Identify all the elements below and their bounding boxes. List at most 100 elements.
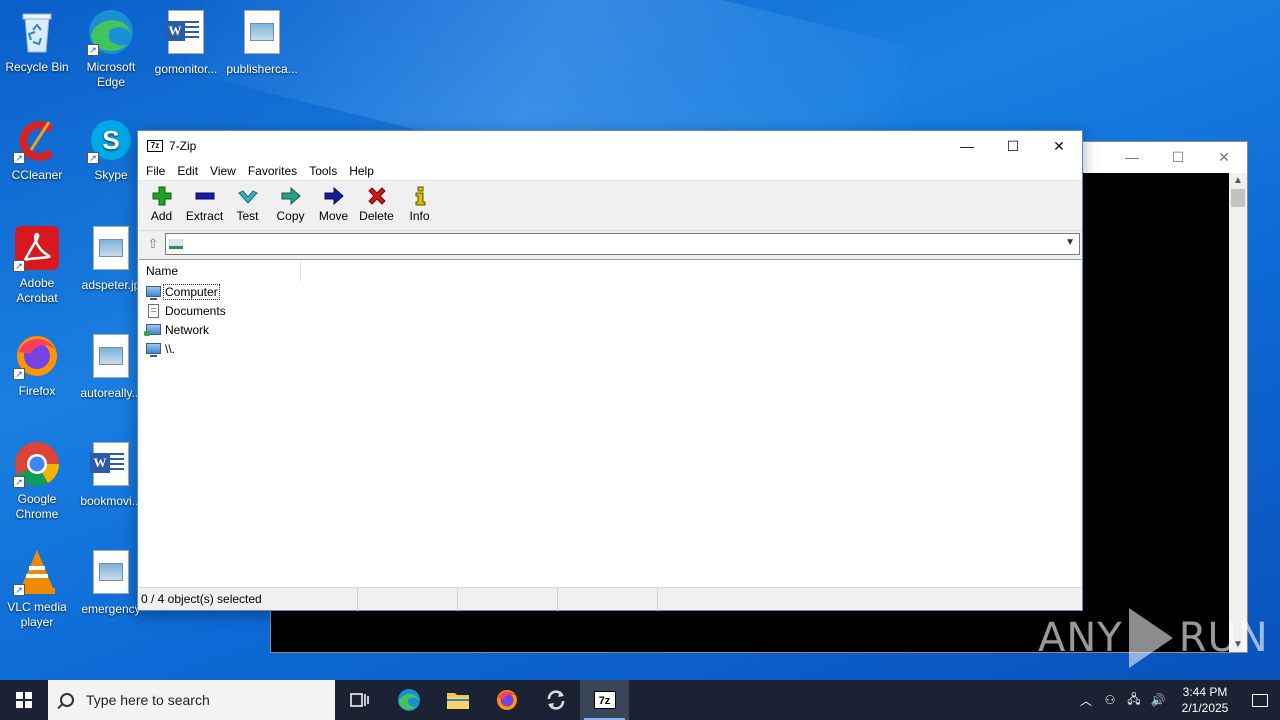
menu-edit[interactable]: Edit (171, 164, 204, 178)
watermark-right-text: RUN (1178, 615, 1269, 661)
title-bar[interactable]: 7z 7-Zip — ☐ ✕ (138, 131, 1082, 161)
column-name-header[interactable]: Name (139, 259, 301, 282)
taskbar-edge[interactable] (384, 680, 433, 720)
start-button[interactable] (0, 680, 48, 720)
copy-arrow-icon (269, 185, 312, 207)
menu-view[interactable]: View (204, 164, 242, 178)
minimize-button[interactable]: — (944, 131, 990, 161)
taskbar-firefox[interactable] (482, 680, 531, 720)
7zip-app-icon: 7z (147, 140, 163, 152)
skype-icon: S ↗ (87, 116, 135, 164)
taskbar-sync-app[interactable] (531, 680, 580, 720)
close-icon[interactable]: ✕ (1201, 142, 1247, 172)
status-selection: 0 / 4 object(s) selected (138, 587, 358, 611)
adobe-acrobat-icon: ↗ (13, 224, 61, 272)
desktop-icon-google-chrome[interactable]: ↗ Google Chrome (0, 440, 75, 522)
extract-button[interactable]: Extract (183, 185, 226, 223)
computer-icon (145, 342, 161, 357)
shortcut-arrow-icon: ↗ (13, 368, 25, 380)
task-view-button[interactable] (335, 680, 384, 720)
list-item-label: Computer (163, 283, 220, 300)
edge-icon: ↗ (87, 8, 135, 56)
desktop-icon-label: CCleaner (11, 168, 63, 182)
list-item-network[interactable]: Network (139, 320, 1081, 339)
image-file-icon (87, 550, 135, 598)
chrome-icon: ↗ (13, 440, 61, 488)
desktop-icon-firefox[interactable]: ↗ Firefox (0, 332, 75, 399)
desktop-icon-adobe-acrobat[interactable]: ↗ Adobe Acrobat (0, 224, 75, 306)
desktop-icon-gomonitor[interactable]: W gomonitor... (148, 8, 224, 77)
meet-now-icon[interactable]: ⚇ (1098, 693, 1122, 707)
edge-icon (397, 689, 420, 711)
svg-text:S: S (102, 125, 119, 155)
scroll-up-icon[interactable]: ▲ (1229, 175, 1247, 186)
file-list[interactable]: Name Computer Documents Network \\. (139, 259, 1081, 587)
clock[interactable]: 3:44 PM 2/1/2025 (1170, 684, 1240, 716)
delete-button[interactable]: Delete (355, 185, 398, 223)
image-file-icon (87, 334, 135, 382)
desktop-icon-label: Microsoft Edge (86, 60, 136, 89)
menu-favorites[interactable]: Favorites (242, 164, 303, 178)
menu-bar: File Edit View Favorites Tools Help (138, 161, 1082, 181)
network-tray-icon[interactable]: 🖧 (1122, 690, 1146, 711)
plus-icon (140, 185, 183, 207)
desktop-icon-vlc[interactable]: ↗ VLC media player (0, 548, 75, 630)
copy-button[interactable]: Copy (269, 185, 312, 223)
list-item-device-path[interactable]: \\. (139, 339, 1081, 358)
info-button[interactable]: Info (398, 185, 441, 223)
move-button[interactable]: Move (312, 185, 355, 223)
console-scrollbar[interactable]: ▲ ▼ (1229, 173, 1247, 652)
volume-icon[interactable]: 🔊 (1146, 693, 1170, 707)
clock-date: 2/1/2025 (1181, 701, 1229, 715)
list-item-computer[interactable]: Computer (139, 282, 1081, 301)
delete-label: Delete (359, 209, 394, 223)
address-combobox[interactable]: ▼ (165, 233, 1080, 255)
minus-icon (183, 185, 226, 207)
window-controls: — ☐ ✕ (944, 131, 1082, 161)
maximize-icon[interactable]: ☐ (1155, 142, 1201, 172)
firefox-icon (496, 690, 517, 710)
minimize-icon[interactable]: — (1109, 142, 1155, 172)
list-item-label: \\. (165, 341, 176, 356)
shortcut-arrow-icon: ↗ (13, 476, 25, 488)
search-placeholder: Type here to search (86, 692, 210, 708)
chevron-up-icon[interactable]: ︿ (1074, 692, 1098, 709)
chevron-down-icon[interactable]: ▼ (1065, 237, 1075, 248)
test-button[interactable]: Test (226, 185, 269, 223)
desktop-icon-ccleaner[interactable]: ↗ CCleaner (0, 116, 75, 183)
desktop-icon-label: Adobe Acrobat (16, 276, 58, 305)
notification-icon (1252, 693, 1268, 707)
desktop-icon-label: Google Chrome (15, 492, 59, 521)
taskbar-7zip[interactable]: 7z (580, 680, 629, 720)
menu-file[interactable]: File (140, 164, 171, 178)
desktop-icon-label: VLC media player (7, 600, 67, 629)
7zip-window[interactable]: 7z 7-Zip — ☐ ✕ File Edit View Favorites … (137, 130, 1083, 611)
info-label: Info (409, 209, 430, 223)
add-button[interactable]: Add (140, 185, 183, 223)
folder-icon (446, 693, 469, 709)
shortcut-arrow-icon: ↗ (87, 44, 99, 56)
desktop-icon-publisherca[interactable]: publisherca... (224, 8, 300, 77)
menu-help[interactable]: Help (343, 164, 380, 178)
computer-icon (145, 285, 161, 300)
taskbar-file-explorer[interactable] (433, 680, 482, 720)
desktop-icon-microsoft-edge[interactable]: ↗ Microsoft Edge (73, 8, 149, 90)
scroll-thumb[interactable] (1231, 189, 1245, 207)
copy-label: Copy (276, 209, 305, 223)
taskbar-search-box[interactable]: Type here to search (48, 680, 335, 720)
close-button[interactable]: ✕ (1036, 131, 1082, 161)
maximize-button[interactable]: ☐ (990, 131, 1036, 161)
ccleaner-icon: ↗ (13, 116, 61, 164)
menu-tools[interactable]: Tools (303, 164, 343, 178)
recycle-bin-icon (13, 8, 61, 56)
up-folder-button[interactable]: ⇧ (141, 233, 165, 255)
notification-center-button[interactable] (1240, 680, 1280, 720)
firefox-icon: ↗ (13, 332, 61, 380)
list-item-documents[interactable]: Documents (139, 301, 1081, 320)
desktop-icon-recycle-bin[interactable]: Recycle Bin (0, 8, 75, 75)
list-item-label: Network (165, 322, 210, 337)
clock-time: 3:44 PM (1182, 685, 1228, 699)
sync-icon (547, 690, 564, 710)
extract-label: Extract (185, 209, 224, 223)
image-file-icon (87, 226, 135, 274)
